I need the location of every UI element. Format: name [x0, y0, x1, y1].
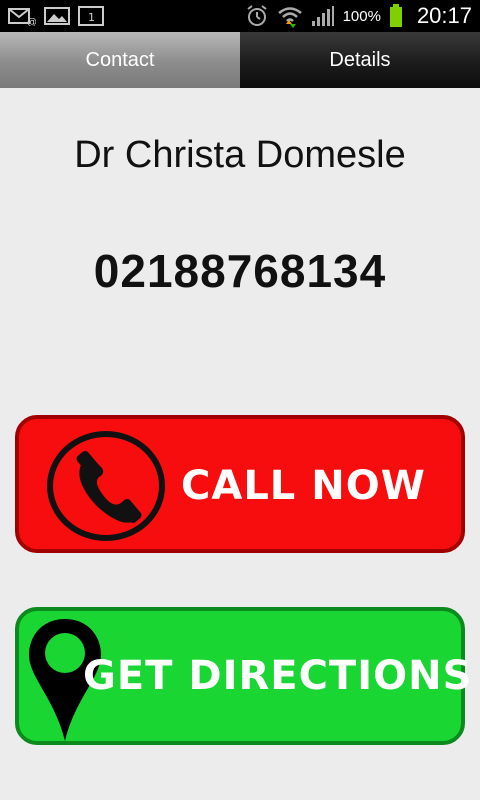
mail-icon: @ [8, 6, 36, 26]
image-icon [44, 6, 70, 26]
tab-bar: Contact Details [0, 32, 480, 88]
alarm-icon [245, 4, 269, 28]
contact-name: Dr Christa Domesle [74, 134, 406, 176]
wifi-icon [277, 4, 303, 28]
call-now-label: CALL NOW [181, 463, 426, 509]
calendar-day: 1 [88, 11, 95, 24]
battery-percent: 100% [342, 7, 381, 25]
tab-details[interactable]: Details [240, 32, 480, 88]
status-bar-left: @ 1 [8, 6, 104, 26]
calendar-icon: 1 [78, 6, 104, 26]
clock: 20:17 [416, 3, 472, 28]
battery-icon [389, 4, 403, 28]
phone-number: 02188768134 [93, 245, 387, 297]
phone-icon [45, 429, 167, 547]
signal-icon [311, 5, 335, 27]
get-directions-label: GET DIRECTIONS [83, 653, 473, 699]
status-bar-right: 100% 20:17 [245, 3, 472, 29]
call-now-button[interactable]: CALL NOW [15, 415, 465, 553]
tab-contact[interactable]: Contact [0, 32, 240, 88]
svg-text:@: @ [27, 17, 36, 26]
get-directions-button[interactable]: GET DIRECTIONS [15, 607, 471, 745]
status-bar: @ 1 100% 20:17 [0, 0, 480, 32]
